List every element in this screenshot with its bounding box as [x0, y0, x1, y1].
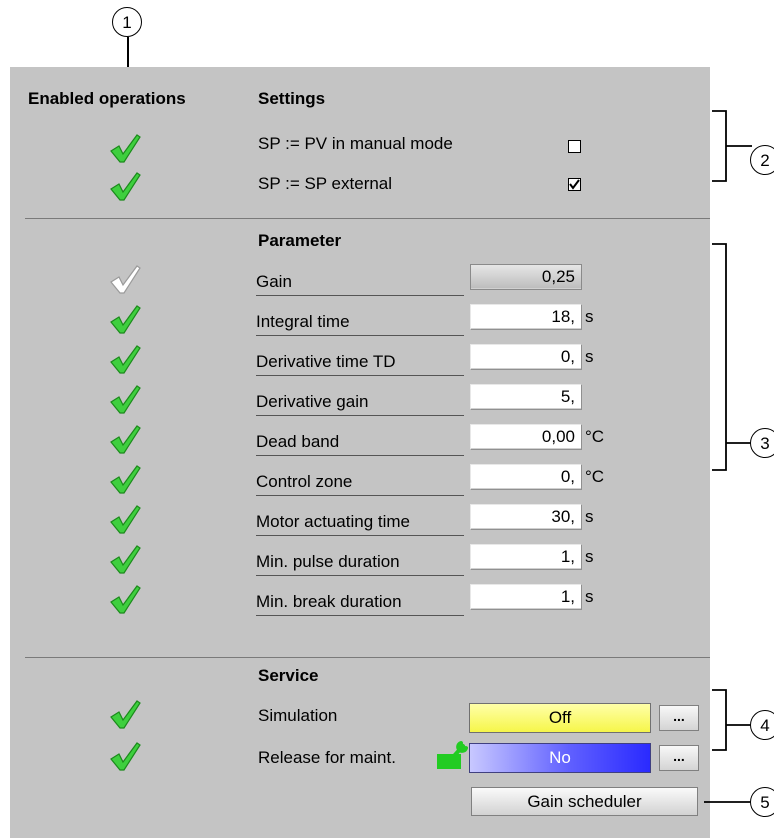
parameter-value-field[interactable]: 18, — [470, 304, 582, 330]
maintenance-label: Release for maint. — [258, 748, 396, 767]
parameter-label: Derivative gain — [256, 392, 464, 416]
parameter-unit: °C — [585, 427, 605, 446]
callout-1: 1 — [112, 7, 142, 37]
check-icon — [110, 465, 141, 494]
parameter-unit: s — [585, 347, 594, 366]
checkmark-icon — [569, 179, 580, 190]
setting-label-sp-pv-manual: SP := PV in manual mode — [258, 134, 453, 153]
check-icon — [110, 305, 141, 334]
check-disabled-icon — [110, 265, 141, 294]
check-icon — [110, 700, 141, 729]
check-icon — [110, 545, 141, 574]
simulation-status-field[interactable]: Off — [469, 703, 651, 733]
parameter-label: Gain — [256, 272, 464, 296]
callout-3: 3 — [750, 428, 774, 458]
parameter-label: Min. pulse duration — [256, 552, 464, 576]
parameter-value-field: 0,25 — [470, 264, 582, 290]
setting-label-sp-external: SP := SP external — [258, 174, 393, 193]
check-icon — [110, 505, 141, 534]
parameter-value-field[interactable]: 5, — [470, 384, 582, 410]
parameter-label: Min. break duration — [256, 592, 464, 616]
maintenance-more-button[interactable]: ... — [659, 745, 699, 771]
parameter-unit: °C — [585, 467, 605, 486]
parameter-value-field[interactable]: 0, — [470, 464, 582, 490]
parameter-value-field[interactable]: 0, — [470, 344, 582, 370]
parameter-unit: s — [585, 507, 594, 526]
separator — [25, 218, 710, 219]
check-icon — [110, 742, 141, 771]
parameter-label: Integral time — [256, 312, 464, 336]
maintenance-status-field[interactable]: No — [469, 743, 651, 773]
simulation-label: Simulation — [258, 706, 338, 725]
sp-external-checkbox[interactable] — [568, 178, 581, 191]
sp-pv-manual-checkbox[interactable] — [568, 140, 581, 153]
maintenance-wrench-icon — [437, 741, 468, 769]
parameter-unit: s — [585, 587, 594, 606]
parameter-header: Parameter — [258, 231, 342, 250]
callout-2: 2 — [750, 145, 774, 175]
check-icon — [110, 585, 141, 614]
callout-5: 5 — [750, 787, 774, 817]
simulation-more-button[interactable]: ... — [659, 705, 699, 731]
parameter-unit: s — [585, 547, 594, 566]
check-icon — [110, 134, 141, 163]
separator — [25, 657, 710, 658]
parameter-label: Motor actuating time — [256, 512, 464, 536]
service-header: Service — [258, 666, 319, 685]
parameter-value-field[interactable]: 1, — [470, 544, 582, 570]
enabled-operations-header: Enabled operations — [28, 89, 186, 108]
parameter-label: Control zone — [256, 472, 464, 496]
check-icon — [110, 345, 141, 374]
parameter-label: Dead band — [256, 432, 464, 456]
parameter-value-field[interactable]: 30, — [470, 504, 582, 530]
gain-scheduler-button[interactable]: Gain scheduler — [471, 787, 698, 816]
check-icon — [110, 425, 141, 454]
settings-header: Settings — [258, 89, 326, 108]
parameter-value-field[interactable]: 1, — [470, 584, 582, 610]
parameter-value-field[interactable]: 0,00 — [470, 424, 582, 450]
parameter-label: Derivative time TD — [256, 352, 464, 376]
callout-4: 4 — [750, 710, 774, 740]
check-icon — [110, 385, 141, 414]
parameter-unit: s — [585, 307, 594, 326]
check-icon — [110, 172, 141, 201]
